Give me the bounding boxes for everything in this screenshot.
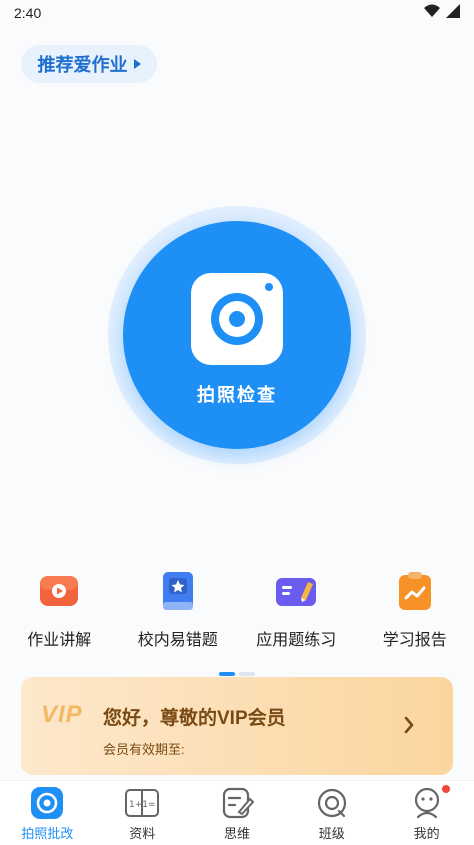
photo-check-button[interactable]: 拍照检查 [123, 221, 351, 449]
nav-photo-grade[interactable]: 拍照批改 [0, 781, 95, 845]
quick-action-mistakes[interactable]: 校内易错题 [119, 570, 238, 650]
wifi-icon [424, 4, 440, 18]
recommend-app-button[interactable]: 推荐爱作业 [21, 45, 157, 83]
status-time: 2:40 [14, 5, 41, 21]
quick-action-label: 作业讲解 [27, 626, 91, 650]
profile-icon [410, 787, 444, 819]
class-circle-icon [315, 787, 349, 819]
photo-check-label: 拍照检查 [123, 381, 351, 407]
page-dot [239, 672, 255, 676]
nav-label: 思维 [224, 823, 250, 842]
nav-mine[interactable]: 我的 [379, 781, 474, 845]
quick-action-homework-explain[interactable]: 作业讲解 [0, 570, 119, 650]
page-indicator [0, 672, 474, 676]
nav-materials[interactable]: 1+1= 资料 [95, 781, 190, 845]
svg-text:1+1=: 1+1= [129, 800, 156, 810]
nav-class[interactable]: 班级 [284, 781, 379, 845]
status-icons [424, 4, 460, 18]
profile-icon-wrap [410, 787, 444, 819]
quick-action-label: 学习报告 [383, 626, 447, 650]
vip-logo: VIP [41, 701, 83, 729]
math-book-icon: 1+1= [125, 787, 159, 819]
quick-actions: 作业讲解 校内易错题 应用题练习 学习报告 [0, 570, 474, 650]
pencil-book-icon [275, 570, 317, 612]
signal-icon [446, 4, 460, 18]
camera-icon [191, 273, 283, 365]
note-pencil-icon [220, 787, 254, 819]
play-arrow-icon [134, 59, 141, 69]
vip-expiry: 会员有效期至: [103, 739, 185, 758]
status-bar: 2:40 [0, 0, 474, 26]
quick-action-label: 校内易错题 [138, 626, 218, 650]
video-play-icon [38, 570, 80, 612]
nav-label: 资料 [129, 823, 155, 842]
page-dot-active [219, 672, 235, 676]
quick-action-label: 应用题练习 [256, 626, 336, 650]
camera-target-icon [30, 787, 64, 819]
chart-clipboard-icon [394, 570, 436, 612]
vip-card[interactable]: VIP 您好，尊敬的VIP会员 会员有效期至: [21, 677, 453, 775]
nav-label: 我的 [414, 823, 440, 842]
chevron-right-icon [403, 715, 415, 735]
notification-badge [442, 785, 450, 793]
quick-action-learning-report[interactable]: 学习报告 [356, 570, 474, 650]
nav-thinking[interactable]: 思维 [190, 781, 285, 845]
nav-label: 拍照批改 [21, 823, 73, 842]
quick-action-word-problems[interactable]: 应用题练习 [237, 570, 356, 650]
star-book-icon [157, 570, 199, 612]
bottom-nav: 拍照批改 1+1= 资料 思维 班级 [0, 780, 474, 845]
vip-title: 您好，尊敬的VIP会员 [103, 703, 286, 730]
nav-label: 班级 [319, 823, 345, 842]
recommend-app-label: 推荐爱作业 [38, 51, 128, 77]
